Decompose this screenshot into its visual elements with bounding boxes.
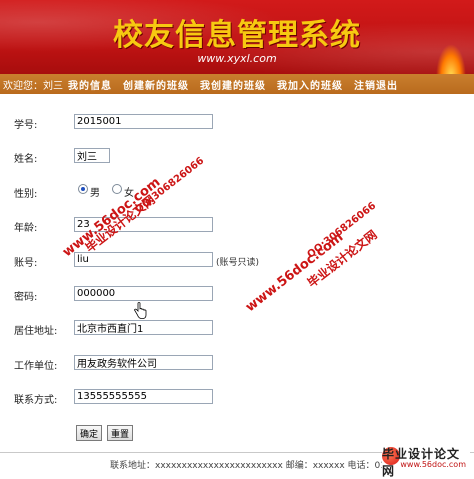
confirm-button[interactable]: 确定: [76, 425, 103, 441]
header-banner: 校友信息管理系统 www.xyxl.com: [0, 0, 474, 74]
contact-label: 联系方式:: [14, 395, 58, 406]
watermark-logo: 毕业设计论文网 www.56doc.com: [382, 443, 470, 478]
gender-male-label: 男: [90, 188, 100, 199]
age-input[interactable]: [74, 217, 213, 232]
nav-item-my-info[interactable]: 我的信息: [68, 77, 112, 92]
row-workplace: 工作单位:: [0, 355, 474, 373]
account-input[interactable]: [74, 252, 213, 267]
reset-button[interactable]: 重置: [107, 425, 134, 441]
row-student-id: 学号:: [0, 114, 474, 132]
address-label: 居住地址:: [14, 326, 58, 337]
password-label: 密码:: [14, 292, 38, 303]
name-label: 姓名:: [14, 154, 38, 165]
row-contact: 联系方式:: [0, 389, 474, 407]
student-id-label: 学号:: [14, 120, 38, 131]
password-input[interactable]: [74, 286, 213, 301]
account-readonly-note: (账号只读): [216, 258, 260, 268]
gender-female-label: 女: [124, 188, 134, 199]
age-label: 年龄:: [14, 223, 38, 234]
site-url: www.xyxl.com: [197, 52, 277, 65]
nav-item-my-created-classes[interactable]: 我创建的班级: [200, 77, 266, 92]
nav-item-logout[interactable]: 注销退出: [354, 77, 398, 92]
flame-decoration: [436, 44, 466, 74]
gender-female-radio[interactable]: [112, 184, 122, 194]
hand-cursor-icon: [134, 302, 147, 319]
footer-contact-text: 联系地址：xxxxxxxxxxxxxxxxxxxxxxxx 邮编：xxxxxx …: [110, 461, 392, 471]
row-account: 账号: (账号只读): [0, 252, 474, 270]
site-title: 校友信息管理系统: [113, 18, 361, 53]
welcome-text: 欢迎您：刘三: [0, 77, 63, 92]
row-address: 居住地址:: [0, 320, 474, 338]
contact-input[interactable]: [74, 389, 213, 404]
nav-bar: 欢迎您：刘三 我的信息 创建新的班级 我创建的班级 我加入的班级 注销退出: [0, 74, 474, 94]
name-input[interactable]: [74, 148, 110, 163]
welcome-user: 刘三: [43, 80, 63, 92]
workplace-label: 工作单位:: [14, 361, 58, 372]
row-actions: 确定 重置: [0, 425, 474, 443]
address-input[interactable]: [74, 320, 213, 335]
gender-label: 性别:: [14, 189, 38, 200]
row-gender: 性别: 男 女: [0, 183, 474, 201]
nav-item-my-joined-classes[interactable]: 我加入的班级: [277, 77, 343, 92]
account-label: 账号:: [14, 258, 38, 269]
student-id-input[interactable]: [74, 114, 213, 129]
nav-item-create-class[interactable]: 创建新的班级: [123, 77, 189, 92]
logo-url: www.56doc.com: [400, 460, 466, 469]
row-age: 年龄:: [0, 217, 474, 235]
gender-male-radio[interactable]: [78, 184, 88, 194]
welcome-label: 欢迎您：: [3, 80, 43, 92]
row-password: 密码:: [0, 286, 474, 304]
row-name: 姓名:: [0, 148, 474, 166]
workplace-input[interactable]: [74, 355, 213, 370]
